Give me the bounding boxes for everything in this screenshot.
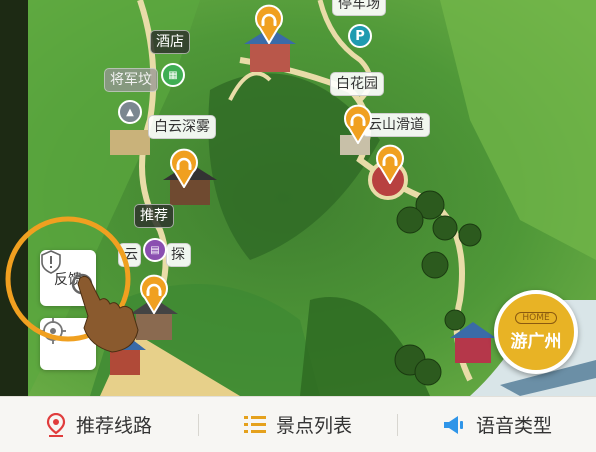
audio-guide-pin-icon[interactable] xyxy=(254,4,284,44)
map-label-explore-right[interactable]: 探 xyxy=(166,243,191,267)
guangzhou-home-badge[interactable]: HOME 游广州 xyxy=(494,290,578,374)
map-label-hotel[interactable]: 酒店 xyxy=(150,30,190,54)
tab-attraction-list[interactable]: 景点列表 xyxy=(199,411,397,438)
tab-recommended-routes[interactable]: 推荐线路 xyxy=(0,411,198,438)
badge-title: 游广州 xyxy=(510,332,562,352)
hotel-icon[interactable]: ▦ xyxy=(161,63,185,87)
tab-label: 推荐线路 xyxy=(75,415,152,437)
tab-voice-type[interactable]: 语音类型 xyxy=(398,411,596,438)
route-pin-icon xyxy=(46,412,66,437)
map-label-parking[interactable]: 停车场 xyxy=(332,0,386,16)
audio-guide-pin-icon[interactable] xyxy=(139,274,169,314)
audio-guide-pin-icon[interactable] xyxy=(169,148,199,188)
bottom-tab-bar: 推荐线路 景点列表 语音类型 xyxy=(0,396,596,452)
parking-icon[interactable]: P xyxy=(348,24,372,48)
explore-icon[interactable]: ▤ xyxy=(143,238,167,262)
scenic-map[interactable]: 停车场 酒店 将军坟 白云深雾 白花园 云山滑道 推荐 云 探 P ▦ ▲ ▤ xyxy=(0,0,596,396)
list-icon xyxy=(243,415,266,433)
map-label-baiyun-mist[interactable]: 白云深雾 xyxy=(148,115,216,139)
tomb-icon[interactable]: ▲ xyxy=(118,100,142,124)
map-label-baihua-garden[interactable]: 白花园 xyxy=(330,72,384,96)
tap-hand-icon xyxy=(71,273,139,353)
home-tag: HOME xyxy=(515,312,557,324)
map-label-general-tomb[interactable]: 将军坟 xyxy=(104,68,158,92)
tab-label: 语音类型 xyxy=(475,415,552,437)
audio-guide-pin-icon[interactable] xyxy=(343,104,373,144)
speaker-icon xyxy=(443,415,463,434)
tab-label: 景点列表 xyxy=(275,415,352,437)
map-label-recommend[interactable]: 推荐 xyxy=(134,204,174,228)
audio-guide-pin-icon[interactable] xyxy=(375,144,405,184)
